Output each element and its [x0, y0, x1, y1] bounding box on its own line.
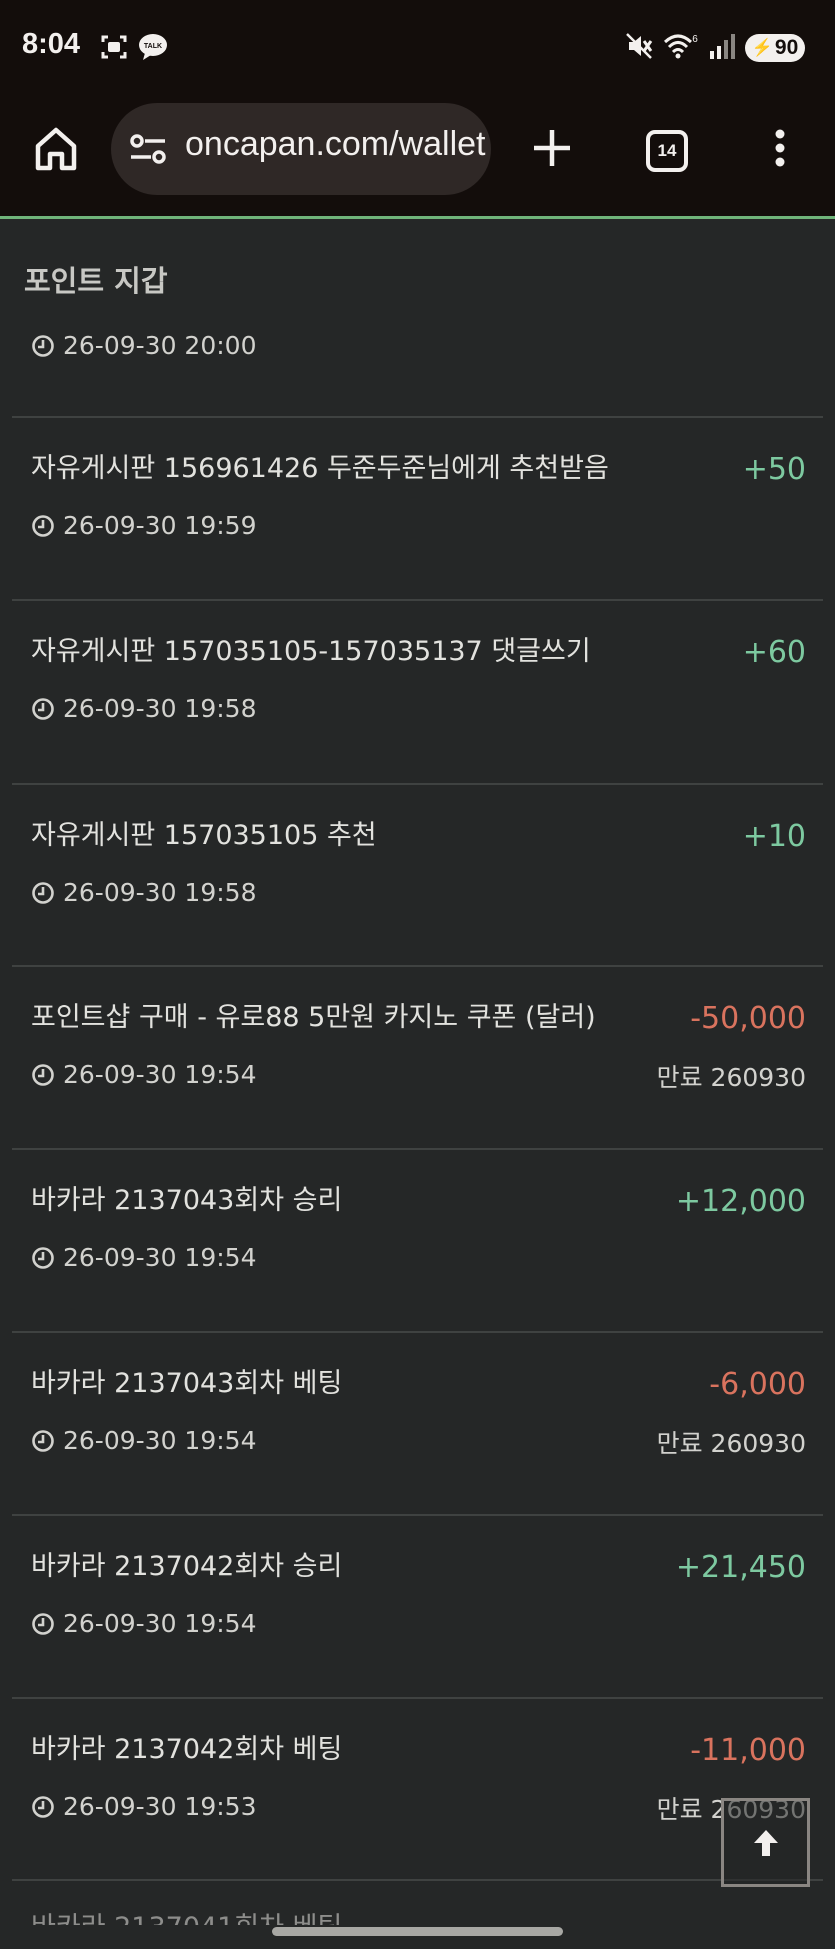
list-item: 자유게시판 157035105 추천 +10 26-09-30 19:58 [12, 785, 823, 967]
entry-description: 바카라 2137043회차 승리 [31, 1185, 343, 1216]
signal-icon [709, 32, 735, 64]
entry-time: 26-09-30 20:00 [63, 331, 257, 360]
list-item: 바카라 2137043회차 베팅 -6,000 26-09-30 19:54 만… [12, 1333, 823, 1515]
list-item: 바카라 2137042회차 승리 +21,450 26-09-30 19:54 [12, 1516, 823, 1698]
entry-amount: -50,000 [690, 1001, 806, 1036]
entry-time-row: 26-09-30 19:54 [31, 1060, 256, 1089]
entry-time-row: 26-09-30 19:54 [31, 1609, 256, 1638]
url-text: oncapan.com/wallet [185, 125, 486, 163]
list-divider [12, 1879, 823, 1881]
charging-icon: ⚡ [751, 38, 773, 57]
status-bar: 8:04 TALK 6 ⚡ 90 [0, 0, 835, 96]
plus-icon [534, 130, 570, 166]
screenshot-icon [100, 33, 128, 65]
entry-description: 포인트샵 구매 - 유로88 5만원 카지노 쿠폰 (달러) [31, 1002, 596, 1033]
clock-icon [32, 1063, 54, 1086]
entry-description: 자유게시판 157035105 추천 [31, 820, 377, 851]
arrow-up-icon [753, 1829, 778, 1856]
entry-time-row: 26-09-30 19:58 [31, 694, 256, 723]
entry-time-row: 26-09-30 19:53 [31, 1792, 256, 1821]
clock-icon [32, 1429, 54, 1452]
entry-time: 26-09-30 19:54 [63, 1426, 257, 1455]
status-right-icons: 6 ⚡ 90 [625, 30, 805, 66]
home-icon [35, 127, 77, 171]
battery-indicator: ⚡ 90 [745, 34, 805, 62]
browser-toolbar: oncapan.com/wallet 14 [0, 96, 835, 216]
list-item: 자유게시판 157035105-157035137 댓글쓰기 +60 26-09… [12, 601, 823, 783]
entry-description: 바카라 2137043회차 베팅 [31, 1368, 343, 1399]
entry-expiry: 만료 260930 [656, 1429, 806, 1458]
svg-text:TALK: TALK [144, 43, 162, 50]
new-tab-button[interactable] [528, 124, 576, 172]
entry-amount: +21,450 [675, 1550, 806, 1585]
home-button[interactable] [30, 124, 82, 176]
entry-description: 바카라 2137042회차 승리 [31, 1551, 343, 1582]
kakaotalk-icon: TALK [138, 33, 168, 65]
entry-amount: -6,000 [709, 1367, 806, 1402]
entry-description: 바카라 2137042회차 베팅 [31, 1734, 343, 1765]
list-item: 자유게시판 156961426 두준두준님에게 추천받음 +50 26-09-3… [12, 418, 823, 600]
entry-description-peek: 바카라 2137041회차 베팅 [31, 1905, 342, 1925]
address-bar[interactable]: oncapan.com/wallet [111, 103, 491, 195]
clock-icon [32, 881, 54, 904]
clock-icon [32, 1246, 54, 1269]
list-item: 바카라 2137042회차 베팅 -11,000 26-09-30 19:53 … [12, 1699, 823, 1881]
mute-icon [625, 32, 653, 64]
tune-icon[interactable] [129, 133, 167, 169]
clock-icon [32, 334, 54, 357]
list-item: 26-09-30 20:00 [12, 219, 823, 417]
entry-time-row: 26-09-30 19:58 [31, 878, 256, 907]
entry-time-row: 26-09-30 19:54 [31, 1426, 256, 1455]
entry-amount: +50 [742, 452, 806, 487]
entry-amount: +60 [742, 635, 806, 670]
entry-time-row: 26-09-30 19:54 [31, 1243, 256, 1272]
list-item: 포인트샵 구매 - 유로88 5만원 카지노 쿠폰 (달러) -50,000 2… [12, 967, 823, 1149]
entry-time-row: 26-09-30 19:59 [31, 511, 256, 540]
entry-time: 26-09-30 19:54 [63, 1609, 257, 1638]
clock-icon [32, 514, 54, 537]
entry-amount: -11,000 [690, 1733, 806, 1768]
entry-time: 26-09-30 19:58 [63, 694, 257, 723]
entry-time: 26-09-30 19:54 [63, 1060, 257, 1089]
entry-amount: +10 [742, 819, 806, 854]
wifi-icon: 6 [663, 32, 699, 64]
entry-description: 자유게시판 156961426 두준두준님에게 추천받음 [31, 453, 609, 484]
list-item: 바카라 2137043회차 승리 +12,000 26-09-30 19:54 [12, 1150, 823, 1332]
clock-icon [32, 1612, 54, 1635]
battery-level: 90 [774, 36, 799, 59]
svg-text:6: 6 [692, 34, 698, 45]
clock-icon [32, 697, 54, 720]
entry-time: 26-09-30 19:54 [63, 1243, 257, 1272]
scroll-to-top-button[interactable] [721, 1798, 810, 1887]
tab-switcher-button[interactable]: 14 [646, 130, 688, 172]
entry-time: 26-09-30 19:59 [63, 511, 257, 540]
gesture-navigation-bar[interactable] [272, 1927, 563, 1936]
entry-expiry: 만료 260930 [656, 1063, 806, 1092]
entry-time: 26-09-30 19:53 [63, 1792, 257, 1821]
entry-description: 자유게시판 157035105-157035137 댓글쓰기 [31, 636, 591, 667]
more-menu-button[interactable] [762, 124, 798, 172]
entry-time: 26-09-30 19:58 [63, 878, 257, 907]
entry-amount: +12,000 [675, 1184, 806, 1219]
status-time: 8:04 [22, 28, 81, 60]
more-vert-icon [775, 129, 785, 167]
entry-time-row: 26-09-30 20:00 [31, 331, 256, 360]
clock-icon [32, 1795, 54, 1818]
